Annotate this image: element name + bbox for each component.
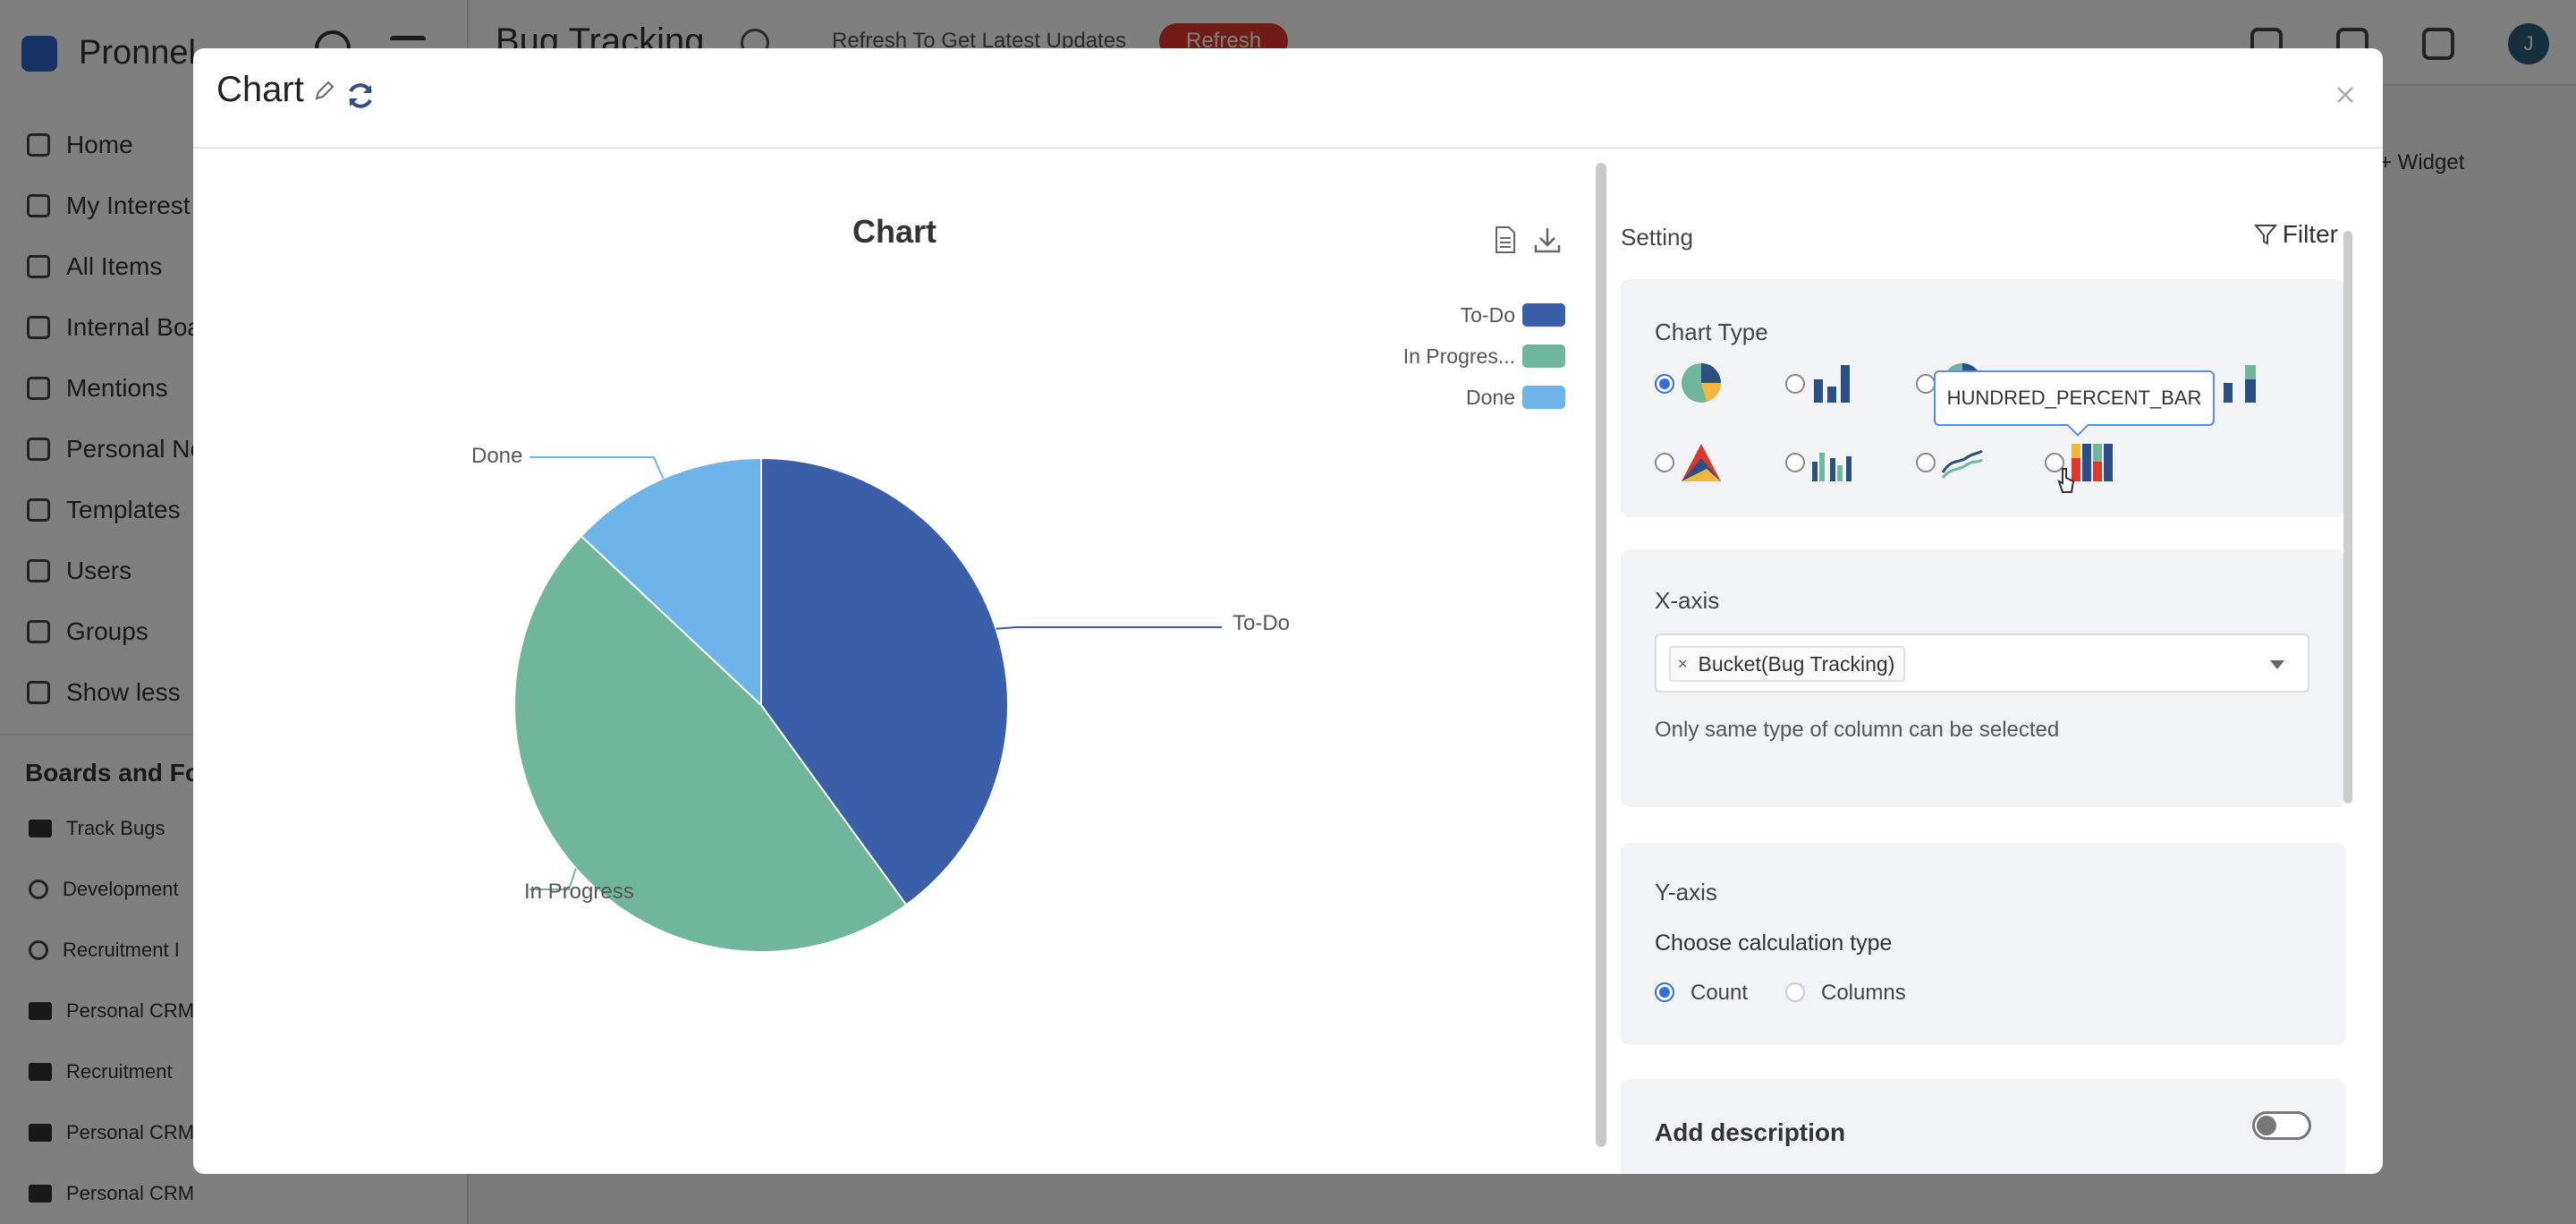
filter-label: Filter bbox=[2282, 220, 2338, 248]
area-chart-icon[interactable] bbox=[1680, 440, 1723, 483]
tag-remove-icon[interactable]: × bbox=[1678, 655, 1688, 674]
chart-type-radio-bar[interactable] bbox=[1785, 374, 1805, 394]
y-axis-subtitle: Choose calculation type bbox=[1655, 931, 1893, 956]
pencil-icon[interactable] bbox=[313, 79, 336, 102]
settings-label: Setting bbox=[1621, 224, 1693, 251]
chart-type-card: Chart Type HUNDRED_PERCENT_BAR bbox=[1621, 279, 2345, 517]
pie-label-line bbox=[530, 456, 665, 480]
refresh-icon[interactable] bbox=[345, 81, 376, 111]
pie-slice-label: In Progress bbox=[524, 880, 634, 904]
bar-chart-icon[interactable] bbox=[1810, 361, 1853, 404]
chart-scrollbar[interactable] bbox=[1596, 163, 1606, 1147]
download-icon[interactable] bbox=[1533, 225, 1562, 254]
pie-slice-label: Done bbox=[471, 444, 522, 468]
x-axis-title: X-axis bbox=[1655, 587, 1720, 614]
x-axis-select[interactable]: × Bucket(Bug Tracking) bbox=[1655, 633, 2309, 693]
x-axis-tag: × Bucket(Bug Tracking) bbox=[1669, 646, 1906, 682]
settings-panel: Setting Filter Chart Type HUNDRED_PERCEN… bbox=[1621, 149, 2383, 1174]
description-toggle[interactable] bbox=[2252, 1111, 2311, 1140]
description-card: Add description bbox=[1621, 1079, 2345, 1174]
pie-label-line bbox=[996, 626, 1222, 630]
modal-title: Chart bbox=[216, 70, 304, 109]
y-axis-title: Y-axis bbox=[1655, 879, 1717, 905]
y-axis-card: Y-axis Choose calculation type Count Col… bbox=[1621, 843, 2345, 1045]
chevron-down-icon[interactable] bbox=[2270, 660, 2284, 669]
chart-type-radio-pie[interactable] bbox=[1655, 374, 1674, 394]
legend-label: To-Do bbox=[1461, 303, 1515, 327]
line-chart-icon[interactable] bbox=[1941, 440, 1984, 483]
legend-swatch[interactable] bbox=[1522, 344, 1565, 368]
modal-header: Chart bbox=[193, 48, 2383, 149]
chart-type-radio-area[interactable] bbox=[1655, 453, 1674, 472]
chart-title: Chart bbox=[852, 213, 936, 250]
chart-area: To-Do In Progress Done To-Do In Progres... Do… bbox=[193, 149, 1596, 1174]
grouped-bar-icon[interactable] bbox=[1810, 440, 1853, 483]
legend-swatch[interactable] bbox=[1522, 386, 1565, 409]
y-axis-count-radio[interactable] bbox=[1655, 982, 1674, 1002]
chart-type-radio-donut[interactable] bbox=[1916, 374, 1936, 394]
y-axis-columns-radio[interactable] bbox=[1785, 982, 1805, 1002]
mouse-cursor-icon bbox=[2057, 468, 2075, 493]
chart-type-radio-grouped-bar[interactable] bbox=[1785, 453, 1805, 472]
chart-type-title: Chart Type bbox=[1655, 319, 1768, 345]
legend-label: In Progres... bbox=[1403, 344, 1515, 368]
chart-modal: Chart To-Do In Progress Done To-Do In Progre… bbox=[193, 48, 2383, 1174]
pie-chart-icon[interactable] bbox=[1680, 361, 1723, 404]
description-title: Add description bbox=[1655, 1118, 1846, 1146]
pie-chart: To-Do In Progress Done To-Do In Progres... Do… bbox=[471, 303, 1565, 953]
x-axis-hint: Only same type of column can be selected bbox=[1655, 718, 2060, 742]
pie-slice-label: To-Do bbox=[1233, 611, 1290, 635]
legend-swatch[interactable] bbox=[1522, 303, 1565, 327]
y-axis-columns-label: Columns bbox=[1821, 981, 1906, 1005]
stacked-bar-icon[interactable] bbox=[2218, 361, 2261, 404]
document-icon[interactable] bbox=[1494, 225, 1517, 254]
filter-button[interactable]: Filter bbox=[2253, 220, 2338, 249]
x-axis-tag-label: Bucket(Bug Tracking) bbox=[1698, 651, 1895, 676]
y-axis-count-label: Count bbox=[1690, 981, 1749, 1005]
legend-label: Done bbox=[1466, 386, 1515, 409]
filter-icon bbox=[2253, 225, 2277, 245]
chart-type-radio-line[interactable] bbox=[1916, 453, 1936, 472]
chart-type-tooltip: HUNDRED_PERCENT_BAR bbox=[1934, 370, 2215, 426]
x-axis-card: X-axis × Bucket(Bug Tracking) Only same … bbox=[1621, 549, 2345, 807]
close-icon[interactable] bbox=[2334, 84, 2356, 106]
settings-scrollbar[interactable] bbox=[2343, 231, 2352, 803]
